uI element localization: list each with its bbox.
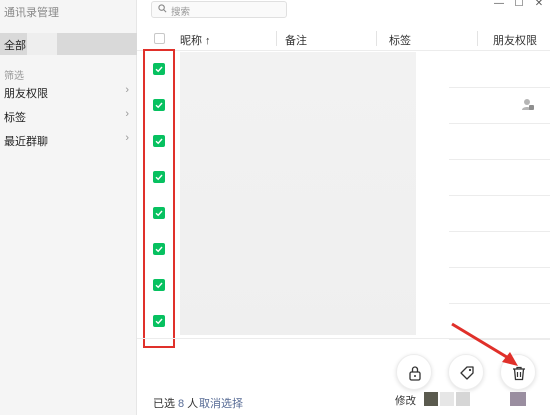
- selected-count-text: 已选 8 人: [153, 395, 198, 411]
- selected-prefix: 已选: [153, 398, 175, 410]
- filter-section-label: 筛选: [4, 71, 24, 82]
- select-all-checkbox[interactable]: [154, 33, 165, 44]
- sidebar: 通讯录管理 全部 筛选 朋友权限 › 标签 › 最近群聊 ›: [0, 0, 137, 415]
- cancel-selection-link[interactable]: 取消选择: [199, 395, 243, 411]
- close-button[interactable]: ✕: [532, 0, 546, 9]
- column-header-remark[interactable]: 备注: [285, 32, 307, 48]
- lock-icon: [409, 366, 421, 381]
- sidebar-item-friend-permission[interactable]: 朋友权限 ›: [0, 83, 137, 101]
- search-placeholder: 搜索: [171, 7, 191, 18]
- column-divider: [276, 31, 277, 46]
- chevron-right-icon: ›: [125, 84, 129, 96]
- window-controls: — ☐ ✕: [490, 0, 550, 12]
- column-header-nickname[interactable]: 昵称 ↑: [180, 32, 211, 48]
- column-divider: [376, 31, 377, 46]
- window-title: 通讯录管理: [4, 7, 59, 19]
- sidebar-item-all[interactable]: 全部: [0, 33, 137, 55]
- sidebar-item-label: 最近群聊: [4, 136, 48, 148]
- sidebar-item-label: 标签: [4, 112, 26, 124]
- sidebar-item-label: 朋友权限: [4, 88, 48, 100]
- table-row[interactable]: [137, 196, 550, 232]
- obscured-swatch: [440, 392, 454, 406]
- search-icon: [158, 4, 167, 13]
- selected-count: 8: [178, 398, 185, 410]
- obscured-swatch: [510, 392, 526, 406]
- table-row[interactable]: [137, 88, 550, 124]
- arrow-annotation-icon: [451, 322, 518, 366]
- sidebar-item-tags[interactable]: 标签 ›: [0, 107, 137, 125]
- minimize-button[interactable]: —: [492, 0, 506, 9]
- column-header-tags[interactable]: 标签: [389, 32, 411, 48]
- column-header-friend-permission[interactable]: 朋友权限: [493, 32, 537, 48]
- obscured-swatch: [456, 392, 470, 406]
- chevron-right-icon: ›: [125, 132, 129, 144]
- chevron-right-icon: ›: [125, 108, 129, 120]
- table-header: 昵称 ↑ 备注 标签 朋友权限: [137, 27, 550, 51]
- set-permission-button[interactable]: [396, 354, 432, 390]
- maximize-button[interactable]: ☐: [512, 0, 526, 9]
- table-row[interactable]: [137, 160, 550, 196]
- obscured-swatch: [424, 392, 438, 406]
- contact-count-box: [27, 33, 57, 55]
- modify-label: 修改: [395, 395, 416, 407]
- friend-permission-icon: [522, 99, 534, 110]
- table-row[interactable]: [137, 124, 550, 160]
- search-input[interactable]: 搜索: [151, 1, 287, 18]
- column-divider: [477, 31, 478, 46]
- table-row[interactable]: [137, 52, 550, 88]
- selected-unit: 人: [187, 398, 199, 410]
- table-row[interactable]: [137, 232, 550, 268]
- checkbox-highlight-box: [143, 49, 175, 348]
- sidebar-item-all-label: 全部: [4, 40, 26, 52]
- sidebar-item-recent-groups[interactable]: 最近群聊 ›: [0, 131, 137, 149]
- table-row[interactable]: [137, 268, 550, 304]
